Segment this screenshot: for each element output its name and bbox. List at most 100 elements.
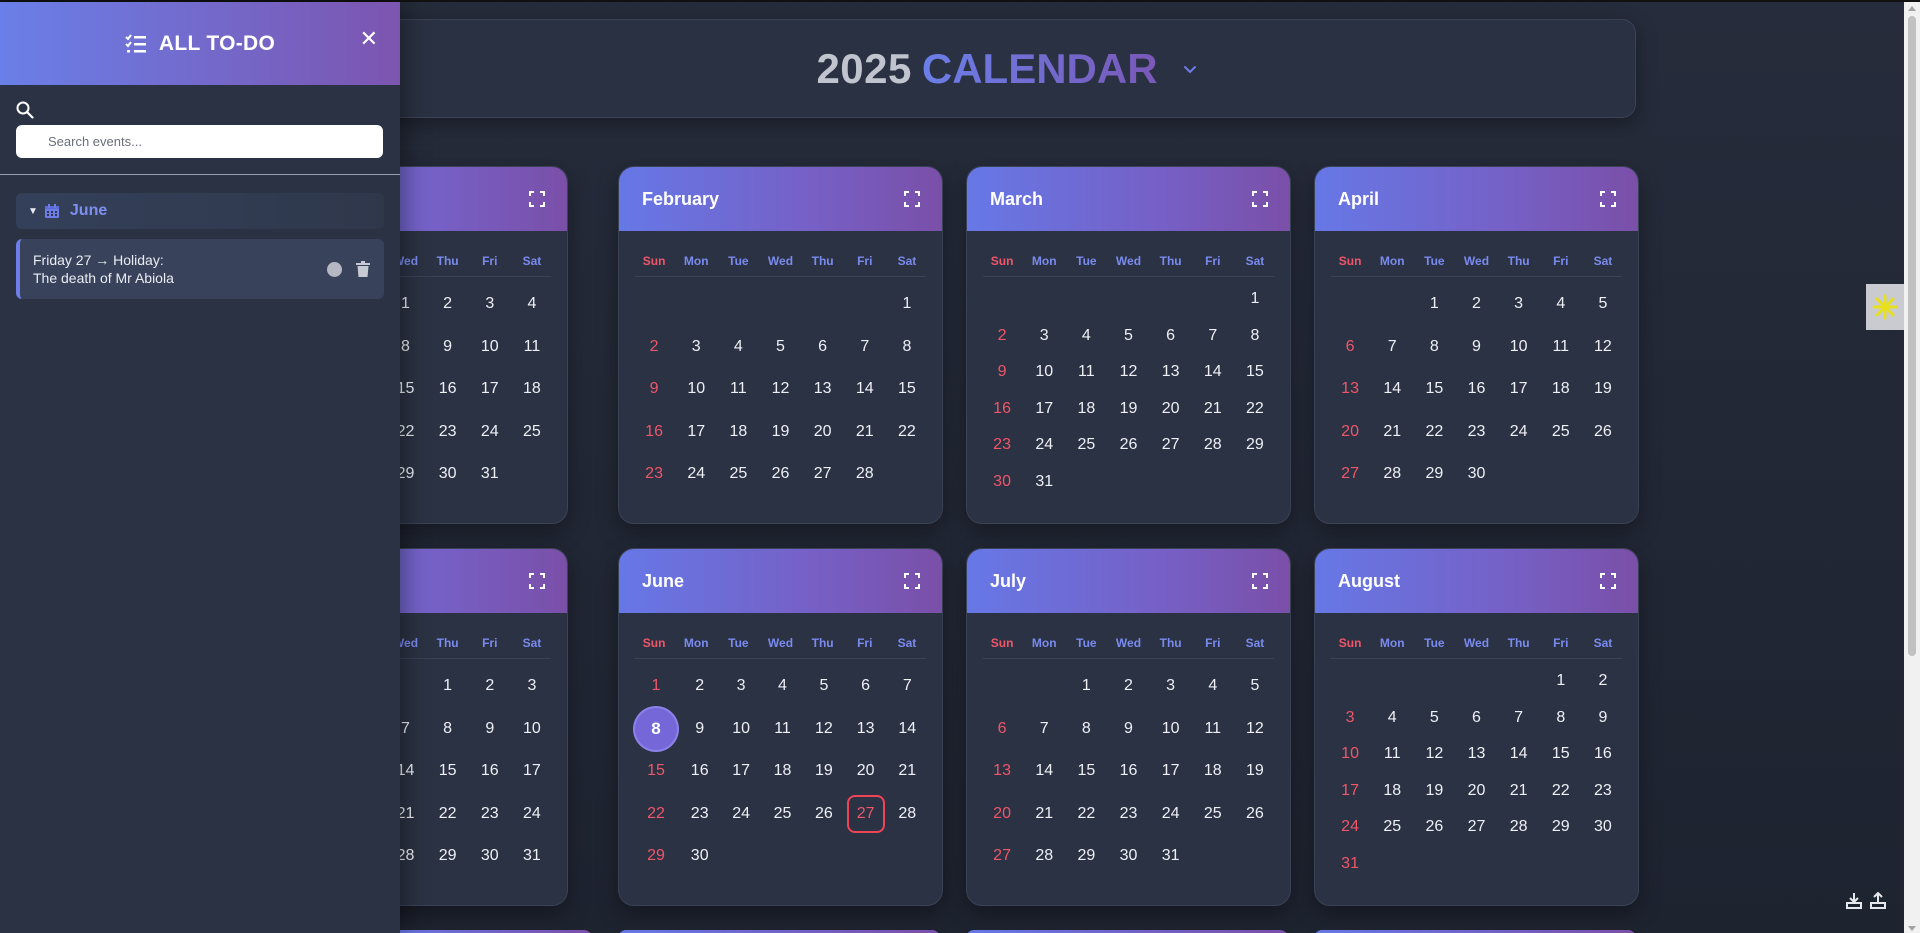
day-cell[interactable]: 16	[681, 750, 718, 793]
expand-icon[interactable]	[1252, 573, 1268, 589]
day-cell[interactable]: 3	[513, 665, 551, 708]
day-cell[interactable]: 11	[719, 368, 757, 411]
day-cell[interactable]: 5	[805, 665, 842, 708]
day-cell[interactable]: 11	[1542, 326, 1580, 369]
day-cell[interactable]: 18	[719, 411, 757, 454]
day-cell[interactable]: 5	[1584, 283, 1622, 326]
day-cell[interactable]: 21	[1025, 793, 1063, 836]
day-cell[interactable]: 7	[1373, 326, 1411, 369]
day-cell[interactable]: 4	[719, 326, 757, 369]
day-cell[interactable]: 12	[1236, 708, 1274, 751]
day-cell[interactable]: 2	[1584, 663, 1622, 700]
day-cell[interactable]: 21	[889, 750, 926, 793]
day-cell[interactable]: 7	[846, 326, 884, 369]
day-cell[interactable]: 14	[1373, 368, 1411, 411]
day-cell[interactable]: 12	[1584, 326, 1622, 369]
day-cell[interactable]: 24	[1331, 809, 1369, 846]
day-cell[interactable]: 31	[1331, 846, 1369, 883]
day-cell[interactable]: 29	[1236, 427, 1274, 464]
day-cell[interactable]: 8	[888, 326, 926, 369]
day-cell[interactable]: 19	[1415, 773, 1453, 810]
day-cell[interactable]: 16	[983, 391, 1021, 428]
day-cell[interactable]: 26	[1584, 411, 1622, 454]
month-group-june[interactable]: ▼ June	[16, 193, 384, 229]
day-cell[interactable]: 5	[1236, 665, 1274, 708]
day-cell[interactable]: 22	[429, 793, 467, 836]
day-cell[interactable]: 22	[1542, 773, 1580, 810]
day-cell[interactable]: 30	[429, 453, 467, 496]
day-cell[interactable]: 21	[1194, 391, 1232, 428]
day-cell[interactable]: 13	[1152, 354, 1190, 391]
day-cell[interactable]: 5	[1109, 318, 1147, 355]
day-cell[interactable]: 30	[1109, 835, 1147, 878]
day-cell[interactable]: 20	[1152, 391, 1190, 428]
day-cell[interactable]: 1	[1542, 663, 1580, 700]
day-cell[interactable]: 6	[983, 708, 1021, 751]
day-cell[interactable]: 20	[983, 793, 1021, 836]
day-cell[interactable]: 30	[983, 464, 1021, 501]
close-icon[interactable]: ✕	[360, 26, 378, 52]
day-cell[interactable]: 9	[1457, 326, 1495, 369]
day-cell[interactable]: 24	[513, 793, 551, 836]
day-cell[interactable]: 12	[761, 368, 799, 411]
day-cell[interactable]: 23	[471, 793, 509, 836]
day-cell[interactable]: 24	[1500, 411, 1538, 454]
day-cell[interactable]: 30	[681, 835, 718, 878]
day-cell[interactable]: 17	[722, 750, 759, 793]
day-cell[interactable]: 3	[1500, 283, 1538, 326]
day-cell[interactable]: 6	[1331, 326, 1369, 369]
day-cell[interactable]: 3	[1331, 700, 1369, 737]
day-cell[interactable]: 4	[1194, 665, 1232, 708]
day-cell[interactable]: 15	[1236, 354, 1274, 391]
trash-icon[interactable]	[356, 261, 370, 277]
day-cell[interactable]: 12	[1415, 736, 1453, 773]
scroll-down-arrow[interactable]	[1908, 926, 1916, 931]
day-cell[interactable]: 23	[1457, 411, 1495, 454]
day-cell[interactable]: 22	[1067, 793, 1105, 836]
day-cell[interactable]: 13	[847, 708, 885, 751]
day-cell[interactable]: 20	[1457, 773, 1495, 810]
day-cell[interactable]: 18	[1194, 750, 1232, 793]
day-cell[interactable]: 26	[805, 793, 842, 836]
day-cell[interactable]: 17	[677, 411, 715, 454]
day-cell[interactable]: 9	[635, 368, 673, 411]
day-cell[interactable]: 16	[429, 368, 467, 411]
day-cell[interactable]: 25	[1373, 809, 1411, 846]
day-cell[interactable]: 14	[846, 368, 884, 411]
day-cell[interactable]: 11	[1194, 708, 1232, 751]
day-cell[interactable]: 4	[1373, 700, 1411, 737]
import-icon[interactable]	[1845, 892, 1863, 910]
day-cell[interactable]: 11	[1373, 736, 1411, 773]
day-cell[interactable]: 10	[677, 368, 715, 411]
day-cell[interactable]: 28	[889, 793, 926, 836]
day-cell[interactable]: 4	[1542, 283, 1580, 326]
day-cell[interactable]: 1	[1236, 281, 1274, 318]
day-cell[interactable]: 28	[1194, 427, 1232, 464]
day-cell[interactable]: 18	[513, 368, 551, 411]
day-cell[interactable]: 15	[429, 750, 467, 793]
day-cell[interactable]: 26	[1236, 793, 1274, 836]
day-cell[interactable]: 27	[983, 835, 1021, 878]
day-cell[interactable]: 26	[1415, 809, 1453, 846]
day-cell[interactable]: 26	[1109, 427, 1147, 464]
day-cell[interactable]: 18	[1542, 368, 1580, 411]
expand-icon[interactable]	[529, 191, 545, 207]
day-cell[interactable]: 21	[1373, 411, 1411, 454]
day-cell[interactable]: 14	[1500, 736, 1538, 773]
day-cell[interactable]: 10	[1500, 326, 1538, 369]
complete-toggle-button[interactable]	[327, 261, 342, 277]
day-cell[interactable]: 4	[764, 665, 801, 708]
expand-icon[interactable]	[1600, 191, 1616, 207]
day-cell[interactable]: 10	[471, 326, 509, 369]
day-cell[interactable]: 25	[1194, 793, 1232, 836]
day-cell[interactable]: 23	[1109, 793, 1147, 836]
day-cell[interactable]: 23	[635, 453, 673, 496]
day-cell[interactable]: 14	[1194, 354, 1232, 391]
day-cell[interactable]: 18	[1067, 391, 1105, 428]
day-cell[interactable]: 22	[1415, 411, 1453, 454]
day-cell[interactable]: 17	[1500, 368, 1538, 411]
day-cell[interactable]: 1	[635, 665, 677, 708]
day-cell[interactable]: 3	[677, 326, 715, 369]
day-cell[interactable]: 6	[804, 326, 842, 369]
side-widget-button[interactable]	[1866, 284, 1904, 330]
